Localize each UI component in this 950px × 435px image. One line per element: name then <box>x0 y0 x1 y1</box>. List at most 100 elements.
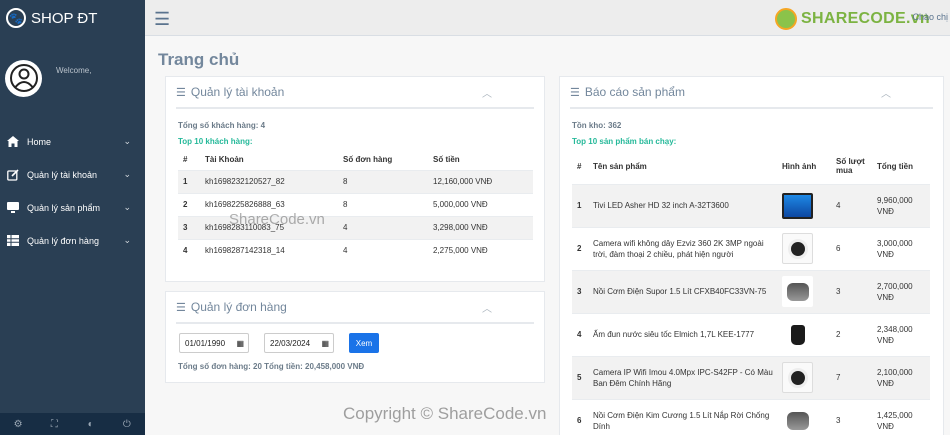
calendar-icon[interactable]: ▦ <box>236 339 244 348</box>
accounts-table: # Tài Khoản Số đơn hàng Số tiền 1 kh1698… <box>178 149 533 262</box>
table-row: 5 Camera IP Wifi Imou 4.0Mpx IPC-S42FP -… <box>572 355 930 399</box>
total-amount: 2,700,000 VNĐ <box>872 269 930 313</box>
purchase-count: 3 <box>831 269 872 313</box>
row-number: 6 <box>572 398 588 435</box>
fullscreen-icon[interactable]: ⛶ <box>36 413 72 435</box>
products-panel: ☰ Báo cáo sản phẩm ︿ Tồn kho: 362 Top 10… <box>559 76 944 435</box>
top-customers-label: Top 10 khách hàng: <box>178 137 253 146</box>
profile: Welcome, <box>0 36 145 108</box>
menu-toggle-icon[interactable]: ☰ <box>154 9 170 30</box>
accounts-panel: ☰ Quản lý tài khoản ︿ Tổng số khách hàng… <box>165 76 545 282</box>
sidebar-item-label: Quản lý đơn hàng <box>27 235 99 246</box>
column-header: Tài Khoản <box>205 154 244 164</box>
sharecode-logo: SHARECODE.vn <box>775 8 930 30</box>
product-name: Camera wifi không dây Ezviz 360 2K 3MP n… <box>588 226 777 270</box>
orders-panel-header: ☰ Quản lý đơn hàng ︿ <box>176 292 534 324</box>
brand-title: SHOP ĐT <box>31 9 98 27</box>
top-products-label: Top 10 sản phẩm bán chạy: <box>572 137 677 146</box>
orders-panel-title: Quản lý đơn hàng <box>190 300 287 314</box>
from-date-input[interactable]: 01/01/1990 ▦ <box>179 333 249 353</box>
home-icon <box>6 136 20 147</box>
paw-icon: 🐾 <box>6 8 26 28</box>
sharecode-logo-icon <box>775 8 798 30</box>
table-header-row: # Tài Khoản Số đơn hàng Số tiền <box>178 149 533 170</box>
chevron-down-icon: ⌄ <box>123 136 131 146</box>
product-image <box>782 405 813 435</box>
row-number: 1 <box>178 169 200 193</box>
amount: 3,298,000 VNĐ <box>428 215 533 239</box>
purchase-count: 7 <box>831 355 872 399</box>
date-filter: 01/01/1990 ▦ 22/03/2024 ▦ Xem <box>179 333 379 353</box>
sharecode-logo-text: SHARECODE.vn <box>801 10 930 27</box>
amount: 5,000,000 VNĐ <box>428 192 533 216</box>
top-nav: ☰ SHARECODE.vn Chào chị <box>145 0 950 36</box>
view-button[interactable]: Xem <box>349 333 379 353</box>
sidebar-menu: Home ⌄ Quản lý tài khoản ⌄ Quản lý sản p… <box>0 125 145 257</box>
products-panel-title: Báo cáo sản phẩm <box>584 85 685 99</box>
sidebar-footer: ⚙ ⛶ ◐ ⏻ <box>0 413 145 435</box>
column-header: Tổng tiền <box>877 161 913 171</box>
column-header: Số lượt mua <box>836 157 865 176</box>
row-number: 2 <box>178 192 200 216</box>
row-number: 3 <box>572 269 588 313</box>
sidebar-item-label: Quản lý tài khoản <box>27 169 98 180</box>
products-table: # Tên sản phẩm Hình ảnh Số lượt mua Tổng… <box>572 149 930 435</box>
edit-icon <box>6 168 20 181</box>
welcome-text: Welcome, <box>56 65 92 75</box>
eye-slash-icon[interactable]: ◐ <box>73 413 109 435</box>
product-image-cell <box>777 355 831 399</box>
to-date-input[interactable]: 22/03/2024 ▦ <box>264 333 334 353</box>
bars-icon: ☰ <box>176 86 186 99</box>
table-row: 3 Nồi Cơm Điện Supor 1.5 Lít CFXB40FC33V… <box>572 269 930 313</box>
order-count: 4 <box>338 238 428 262</box>
purchase-count: 2 <box>831 312 872 356</box>
chevron-down-icon: ⌄ <box>123 235 131 245</box>
sidebar-item-orders[interactable]: Quản lý đơn hàng ⌄ <box>0 224 145 257</box>
row-number: 3 <box>178 215 200 239</box>
accounts-panel-header: ☰ Quản lý tài khoản ︿ <box>176 77 534 109</box>
user-greeting[interactable]: Chào chị <box>912 12 948 22</box>
order-count: 8 <box>338 192 428 216</box>
column-header: # <box>183 154 188 164</box>
product-name: Ấm đun nước siêu tốc Elmich 1,7L KEE-177… <box>588 312 777 356</box>
product-image-cell <box>777 269 831 313</box>
table-row: 4 kh1698287142318_14 4 2,275,000 VNĐ <box>178 238 533 262</box>
table-row: 6 Nồi Cơm Điện Kim Cương 1.5 Lít Nắp Rời… <box>572 398 930 435</box>
brand[interactable]: 🐾 SHOP ĐT <box>0 0 145 36</box>
from-date-value: 01/01/1990 <box>185 338 226 348</box>
power-icon[interactable]: ⏻ <box>109 413 145 435</box>
table-icon <box>6 235 20 246</box>
gear-icon[interactable]: ⚙ <box>0 413 36 435</box>
calendar-icon[interactable]: ▦ <box>321 339 329 348</box>
column-header: Số đơn hàng <box>343 154 393 164</box>
product-name: Nồi Cơm Điện Supor 1.5 Lít CFXB40FC33VN-… <box>588 269 777 313</box>
chevron-up-icon[interactable]: ︿ <box>881 85 891 100</box>
column-header: Số tiền <box>433 154 460 164</box>
product-image-cell <box>777 312 831 356</box>
stock-count: Tồn kho: 362 <box>572 121 622 130</box>
product-name: Tivi LED Asher HD 32 inch A-32T3600 <box>588 183 777 227</box>
watermark-copyright: Copyright © ShareCode.vn <box>343 404 547 423</box>
row-number: 4 <box>572 312 588 356</box>
sidebar-item-accounts[interactable]: Quản lý tài khoản ⌄ <box>0 158 145 191</box>
chevron-down-icon: ⌄ <box>123 202 131 212</box>
sidebar: 🐾 SHOP ĐT Welcome, Home ⌄ Quản lý tài kh… <box>0 0 145 435</box>
purchase-count: 4 <box>831 183 872 227</box>
bars-icon: ☰ <box>570 86 580 99</box>
to-date-value: 22/03/2024 <box>270 338 311 348</box>
product-image-cell <box>777 226 831 270</box>
avatar <box>5 59 42 97</box>
watermark-center: ShareCode.vn <box>229 211 325 228</box>
products-panel-header: ☰ Báo cáo sản phẩm ︿ <box>570 77 933 109</box>
sidebar-item-home[interactable]: Home ⌄ <box>0 125 145 158</box>
chevron-up-icon[interactable]: ︿ <box>482 300 492 315</box>
sidebar-item-products[interactable]: Quản lý sản phẩm ⌄ <box>0 191 145 224</box>
account-name: kh1698232120527_82 <box>200 169 338 193</box>
purchase-count: 3 <box>831 398 872 435</box>
chevron-up-icon[interactable]: ︿ <box>482 85 492 100</box>
total-amount: 2,100,000 VNĐ <box>872 355 930 399</box>
product-image-cell <box>777 183 831 227</box>
table-row: 2 Camera wifi không dây Ezviz 360 2K 3MP… <box>572 226 930 270</box>
table-header-row: # Tên sản phẩm Hình ảnh Số lượt mua Tổng… <box>572 149 930 184</box>
product-image <box>782 319 813 350</box>
